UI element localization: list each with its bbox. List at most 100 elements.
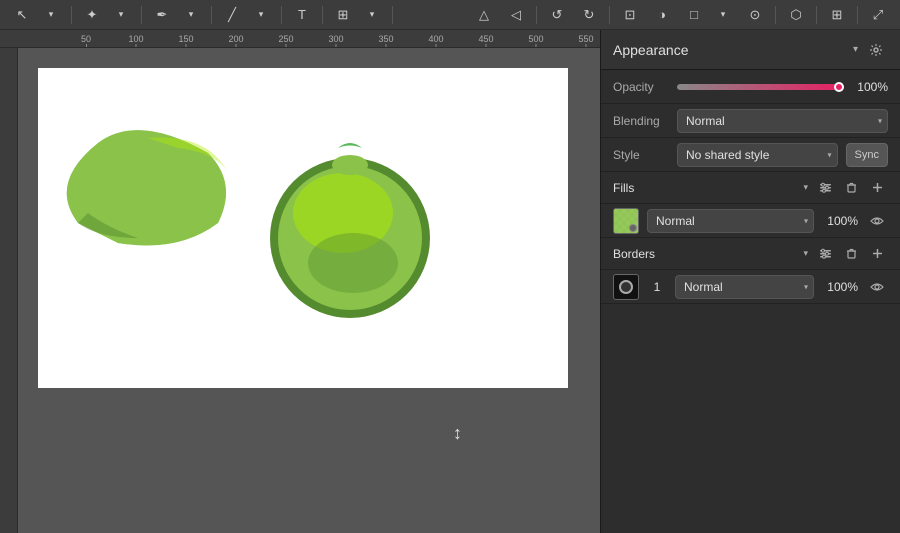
- zoom-tool[interactable]: ⤢: [864, 3, 892, 27]
- ruler-horizontal: 50 100 150 200 250 300 350 400 450 500 5…: [0, 30, 600, 48]
- ruler-ticks: 50 100 150 200 250 300 350 400 450 500 5…: [18, 30, 600, 48]
- style-label: Style: [613, 148, 669, 162]
- fills-add-button[interactable]: [866, 177, 888, 199]
- settings-icon: [869, 43, 883, 57]
- borders-title: Borders: [613, 247, 797, 261]
- line-arrow[interactable]: ▾: [247, 3, 275, 27]
- fills-settings-button[interactable]: [814, 177, 836, 199]
- fills-title: Fills: [613, 181, 797, 195]
- opacity-label: Opacity: [613, 80, 669, 94]
- border-row: 1 Normal ▾ 100%: [601, 270, 900, 304]
- blending-row: Blending Normal ▾: [601, 104, 900, 138]
- tick-500: 500: [528, 34, 543, 48]
- fills-section-header: Fills ▾: [601, 172, 900, 204]
- text-tool[interactable]: T: [288, 3, 316, 27]
- opacity-fill: [677, 84, 844, 90]
- blending-select-wrapper: Normal ▾: [677, 109, 888, 133]
- arrange-tool[interactable]: △: [470, 3, 498, 27]
- panel-chevron-icon: ▾: [853, 44, 858, 55]
- borders-delete-button[interactable]: [840, 243, 862, 265]
- pen-tool[interactable]: ✒: [148, 3, 176, 27]
- shape-tools: ✦ ▾: [78, 3, 135, 27]
- pen-tools: ✒ ▾: [148, 3, 205, 27]
- border-blend-select[interactable]: Normal: [675, 275, 814, 299]
- borders-actions: [814, 243, 888, 265]
- fills-delete-button[interactable]: [840, 177, 862, 199]
- toolbar: ↖ ▾ ✦ ▾ ✒ ▾ ╱ ▾ T ⊞ ▾ △ ◁ ↺ ↻ ⊡ ◑ □ ▾ ⊙ …: [0, 0, 900, 30]
- tick-150: 150: [178, 34, 193, 48]
- canvas-scroll[interactable]: ↕: [18, 48, 600, 533]
- borders-chevron-icon: ▾: [803, 248, 808, 259]
- export-tool[interactable]: ⬡: [782, 3, 810, 27]
- borders-section-header: Borders ▾: [601, 238, 900, 270]
- main-area: 50 100 150 200 250 300 350 400 450 500 5…: [0, 30, 900, 533]
- border-width-value: 1: [647, 280, 667, 294]
- opacity-value: 100%: [852, 80, 888, 94]
- panel-settings-button[interactable]: [864, 38, 888, 62]
- canvas-area[interactable]: 50 100 150 200 250 300 350 400 450 500 5…: [0, 30, 600, 533]
- image-tool[interactable]: ⊞: [329, 3, 357, 27]
- star-tool[interactable]: ✦: [78, 3, 106, 27]
- pen-arrow[interactable]: ▾: [177, 3, 205, 27]
- fill-blend-wrapper: Normal ▾: [647, 209, 814, 233]
- circle-shape[interactable]: [263, 143, 438, 318]
- sync-button[interactable]: Sync: [846, 143, 888, 167]
- fills-actions: [814, 177, 888, 199]
- borders-settings-icon: [819, 247, 832, 260]
- select-arrow[interactable]: ▾: [37, 3, 65, 27]
- component-tool[interactable]: ⊡: [616, 3, 644, 27]
- fill-color-swatch[interactable]: [613, 208, 639, 234]
- fill-blend-select[interactable]: Normal: [647, 209, 814, 233]
- canvas-white: ↕: [38, 68, 568, 388]
- swatch-indicator: [629, 224, 637, 232]
- distribute-tool[interactable]: ⊙: [741, 3, 769, 27]
- eye-icon: [870, 216, 884, 226]
- borders-plus-icon: [871, 247, 884, 260]
- tick-250: 250: [278, 34, 293, 48]
- border-color-swatch[interactable]: [613, 274, 639, 300]
- undo[interactable]: ↺: [543, 3, 571, 27]
- tick-100: 100: [128, 34, 143, 48]
- tick-550: 550: [578, 34, 593, 48]
- style-select[interactable]: No shared style: [677, 143, 838, 167]
- fills-settings-icon: [819, 181, 832, 194]
- combine-arrow[interactable]: ▾: [709, 3, 737, 27]
- tick-50: 50: [81, 34, 91, 48]
- combine-btn[interactable]: □: [680, 3, 708, 27]
- view-tool[interactable]: ⊞: [823, 3, 851, 27]
- opacity-track: [677, 84, 844, 90]
- style-select-wrapper: No shared style ▾: [677, 143, 838, 167]
- selection-tools: ↖ ▾: [8, 3, 65, 27]
- opacity-row: Opacity 100%: [601, 70, 900, 104]
- tick-300: 300: [328, 34, 343, 48]
- border-swatch-inner: [619, 280, 633, 294]
- tick-400: 400: [428, 34, 443, 48]
- panel-header: Appearance ▾: [601, 30, 900, 70]
- border-eye-icon: [870, 282, 884, 292]
- borders-settings-button[interactable]: [814, 243, 836, 265]
- star-arrow[interactable]: ▾: [107, 3, 135, 27]
- panel-title: Appearance: [613, 42, 847, 58]
- fill-row: Normal ▾ 100%: [601, 204, 900, 238]
- opacity-slider[interactable]: [677, 84, 844, 90]
- fill-visibility-button[interactable]: [866, 210, 888, 232]
- image-tools: ⊞ ▾: [329, 3, 386, 27]
- tick-200: 200: [228, 34, 243, 48]
- mask-tool[interactable]: ◑: [648, 3, 676, 27]
- tick-450: 450: [478, 34, 493, 48]
- trash-icon: [845, 181, 858, 194]
- select-tool[interactable]: ↖: [8, 3, 36, 27]
- tick-350: 350: [378, 34, 393, 48]
- image-arrow[interactable]: ▾: [358, 3, 386, 27]
- style-row: Style No shared style ▾ Sync: [601, 138, 900, 172]
- border-blend-wrapper: Normal ▾: [675, 275, 814, 299]
- redo[interactable]: ↻: [575, 3, 603, 27]
- borders-add-button[interactable]: [866, 243, 888, 265]
- ruler-vertical: [0, 48, 18, 533]
- arrange-flip[interactable]: ◁: [502, 3, 530, 27]
- border-visibility-button[interactable]: [866, 276, 888, 298]
- blending-label: Blending: [613, 114, 669, 128]
- leaf-shape[interactable]: [58, 123, 258, 253]
- line-tool[interactable]: ╱: [218, 3, 246, 27]
- blending-select[interactable]: Normal: [677, 109, 888, 133]
